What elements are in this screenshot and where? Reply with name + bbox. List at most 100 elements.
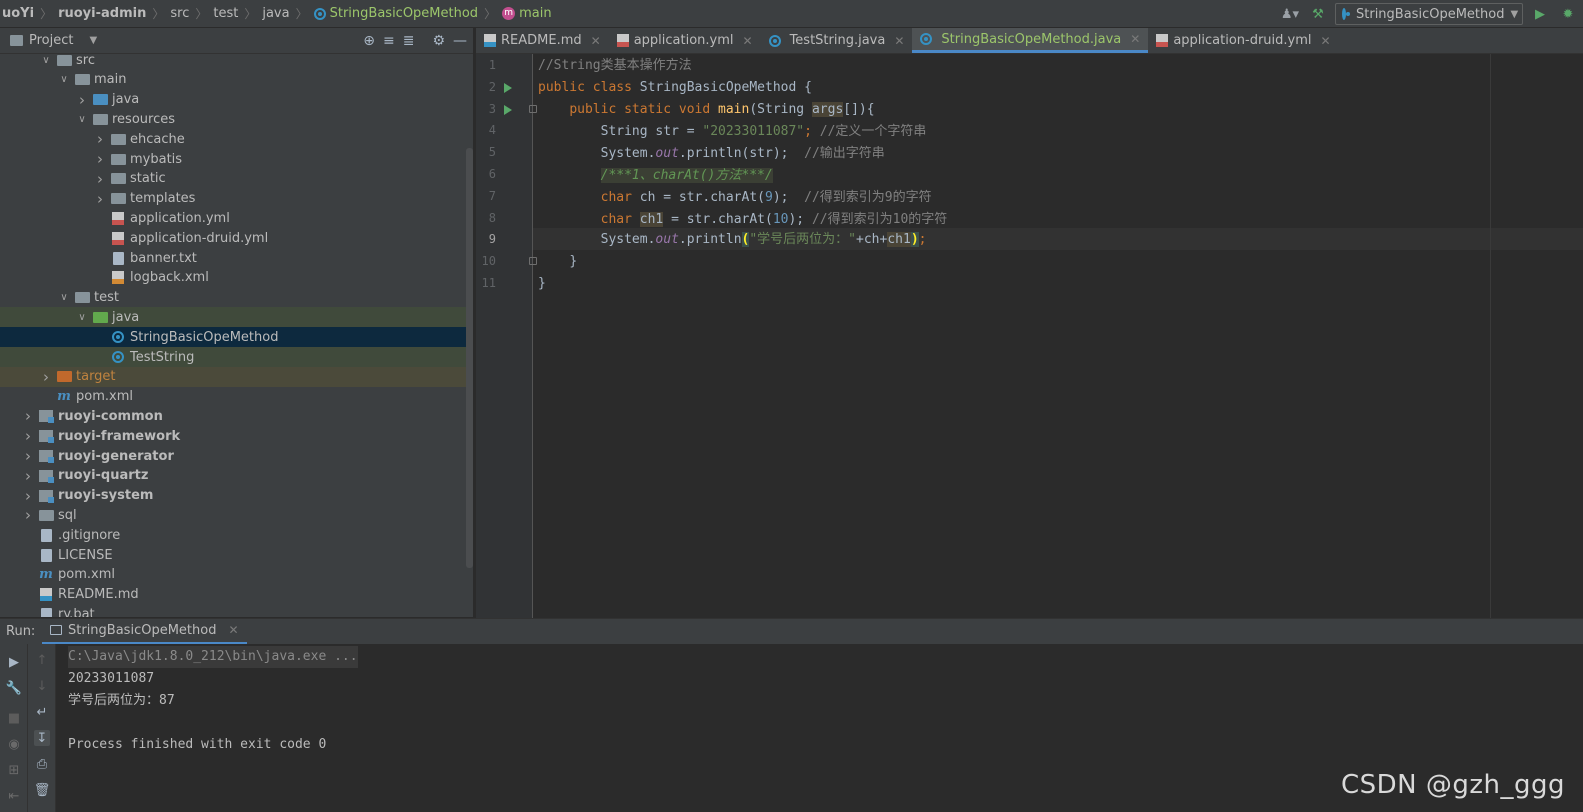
run-gutter-icon[interactable] — [504, 104, 512, 115]
hammer-icon[interactable]: ⚒ — [1307, 3, 1329, 25]
tree-item[interactable]: › sql — [0, 505, 473, 525]
breadcrumb-item-class[interactable]: StringBasicOpeMethod — [313, 6, 478, 21]
chevron-down-icon[interactable]: ∨ — [40, 55, 52, 66]
debug-icon[interactable]: ✹ — [1557, 3, 1579, 25]
run-gutter-icon[interactable] — [504, 82, 512, 93]
tree-item[interactable]: README.md — [0, 585, 473, 605]
tree-item[interactable]: ∨ src — [0, 54, 473, 70]
chevron-down-icon[interactable]: ∨ — [76, 114, 88, 125]
tree-item[interactable]: › static — [0, 169, 473, 189]
tree-scrollbar[interactable] — [466, 148, 473, 568]
stop-icon[interactable]: ■ — [6, 710, 22, 726]
camera-icon[interactable]: ◉ — [6, 736, 22, 752]
chevron-right-icon[interactable]: › — [94, 130, 106, 148]
editor-tab[interactable]: application.yml ✕ — [609, 28, 761, 53]
breadcrumb-item[interactable]: java — [262, 6, 289, 21]
close-icon[interactable]: ✕ — [1321, 34, 1331, 48]
chevron-right-icon[interactable]: › — [22, 447, 34, 465]
soft-wrap-icon[interactable]: ↵ — [34, 704, 50, 720]
run-tab[interactable]: StringBasicOpeMethod ✕ — [42, 619, 247, 645]
tree-item[interactable]: ry.bat — [0, 604, 473, 617]
breadcrumb-item[interactable]: test — [213, 6, 238, 21]
chevron-down-icon[interactable]: ∨ — [76, 312, 88, 323]
tree-item[interactable]: m pom.xml — [0, 565, 473, 585]
chevron-right-icon[interactable]: › — [22, 467, 34, 485]
code-editor[interactable]: 1 2 3 4 5 6 7 8 9 10 11 //String类基本操作方法 public cla… — [476, 54, 1583, 618]
print-icon[interactable]: ⎙ — [34, 756, 50, 772]
gear-icon[interactable]: ⚙ — [432, 33, 445, 49]
tree-item[interactable]: › target — [0, 366, 473, 387]
close-icon[interactable]: ✕ — [1130, 32, 1140, 46]
expand-all-icon[interactable]: ≡ — [383, 33, 395, 49]
breadcrumb-item[interactable]: uoYi — [2, 6, 34, 21]
tree-item[interactable]: ∨ main — [0, 70, 473, 90]
tree-item[interactable]: › ruoyi-system — [0, 486, 473, 506]
run-icon[interactable]: ▶ — [1529, 3, 1551, 25]
locate-icon[interactable]: ⊕ — [363, 33, 375, 49]
chevron-right-icon[interactable]: › — [94, 170, 106, 188]
arrow-down-icon[interactable]: ↓ — [34, 678, 50, 694]
tree-item[interactable]: application.yml — [0, 208, 473, 228]
editor-tab[interactable]: StringBasicOpeMethod.java ✕ — [912, 28, 1149, 53]
tree-item[interactable]: › ruoyi-generator — [0, 446, 473, 466]
tree-item[interactable]: application-druid.yml — [0, 228, 473, 248]
tree-item[interactable]: › ruoyi-common — [0, 406, 473, 426]
close-icon[interactable]: ✕ — [228, 623, 238, 637]
tree-item[interactable]: › templates — [0, 189, 473, 209]
fold-icon[interactable] — [529, 257, 537, 266]
tree-item[interactable]: logback.xml — [0, 268, 473, 288]
tree-item[interactable]: › ehcache — [0, 129, 473, 149]
editor-tab[interactable]: TestString.java ✕ — [761, 28, 913, 53]
tree-item[interactable]: ∨ test — [0, 288, 473, 308]
tree-item[interactable]: LICENSE — [0, 545, 473, 565]
arrow-up-icon[interactable]: ↑ — [34, 652, 50, 668]
editor-tab[interactable]: application-druid.yml ✕ — [1148, 28, 1338, 53]
chevron-right-icon[interactable]: › — [94, 150, 106, 168]
tree-item-label: pom.xml — [76, 389, 133, 405]
chevron-right-icon[interactable]: › — [22, 487, 34, 505]
exit-icon[interactable]: ⇤ — [6, 788, 22, 804]
chevron-right-icon[interactable]: › — [22, 407, 34, 425]
tree-item[interactable]: ∨ java — [0, 307, 473, 328]
restore-layout-icon[interactable]: ⊞ — [6, 762, 22, 778]
chevron-right-icon[interactable]: › — [76, 91, 88, 109]
collapse-all-icon[interactable]: ≣ — [403, 33, 415, 49]
project-tree[interactable]: ∨ src ∨ main › java ∨ resources › ehcache › mybatis… — [0, 54, 473, 617]
minimize-icon[interactable]: — — [453, 33, 467, 49]
variable: ch1 — [639, 212, 664, 227]
rerun-icon[interactable]: ▶ — [6, 654, 22, 670]
tree-item[interactable]: › mybatis — [0, 149, 473, 169]
run-configuration-select[interactable]: StringBasicOpeMethod ▼ — [1335, 3, 1523, 25]
close-icon[interactable]: ✕ — [894, 34, 904, 48]
wrench-icon[interactable]: 🔧 — [6, 680, 22, 696]
chevron-right-icon[interactable]: › — [22, 427, 34, 445]
tree-item[interactable]: TestString — [0, 347, 473, 367]
chevron-right-icon[interactable]: › — [94, 190, 106, 208]
user-icon[interactable]: ♟▾ — [1279, 3, 1301, 25]
trash-icon[interactable]: 🗑 — [34, 782, 51, 798]
chevron-down-icon[interactable]: ▼ — [89, 35, 97, 46]
chevron-right-icon[interactable]: › — [22, 506, 34, 524]
tree-item[interactable]: m pom.xml — [0, 387, 473, 407]
tree-item[interactable]: ∨ resources — [0, 109, 473, 129]
tree-item[interactable]: › ruoyi-quartz — [0, 466, 473, 486]
breadcrumb-item-method[interactable]: m main — [502, 6, 552, 21]
chevron-down-icon[interactable]: ∨ — [58, 292, 70, 303]
console-output[interactable]: C:\Java\jdk1.8.0_212\bin\java.exe ... 20… — [56, 644, 1583, 812]
tree-item[interactable]: › ruoyi-framework — [0, 426, 473, 446]
breadcrumb-item[interactable]: ruoyi-admin — [58, 6, 146, 21]
breadcrumb-item[interactable]: src — [170, 6, 189, 21]
tree-item[interactable]: banner.txt — [0, 248, 473, 268]
tree-item[interactable]: StringBasicOpeMethod — [0, 327, 473, 348]
chevron-down-icon[interactable]: ∨ — [58, 74, 70, 85]
close-icon[interactable]: ✕ — [743, 34, 753, 48]
close-icon[interactable]: ✕ — [591, 34, 601, 48]
editor-tab[interactable]: README.md ✕ — [476, 28, 609, 53]
scroll-to-end-icon[interactable]: ↧ — [34, 730, 50, 746]
tree-item[interactable]: .gitignore — [0, 525, 473, 545]
tree-item[interactable]: › java — [0, 90, 473, 110]
doc-comment: /***1、charAt()方法***/ — [600, 168, 773, 183]
chevron-right-icon[interactable]: › — [40, 368, 52, 386]
fold-icon[interactable] — [529, 104, 537, 113]
project-view-title[interactable]: Project — [29, 33, 73, 48]
